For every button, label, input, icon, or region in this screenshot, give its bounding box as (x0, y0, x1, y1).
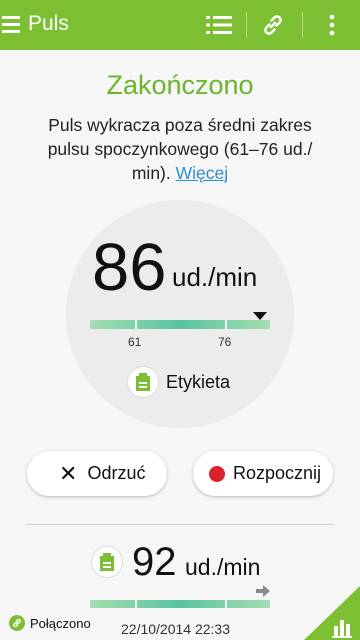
link-icon (13, 618, 21, 628)
discard-button-label: Odrzuć (87, 463, 146, 483)
range-tick (225, 600, 227, 608)
list-icon (206, 16, 232, 34)
tag-button[interactable] (127, 366, 159, 398)
heart-rate-unit: ud./min (172, 262, 258, 292)
app-bar: Puls (0, 0, 360, 50)
status-description: Puls wykracza poza średni zakres pulsu s… (30, 113, 330, 185)
more-options-button[interactable] (312, 0, 352, 50)
close-icon: ✕ (59, 460, 78, 486)
connected-icon (9, 615, 25, 631)
section-divider (26, 524, 334, 525)
current-value-marker (253, 312, 267, 320)
previous-heart-rate-value: 92 (132, 540, 177, 584)
more-link[interactable]: Więcej (176, 163, 229, 183)
range-tick (135, 600, 137, 608)
range-tick (225, 320, 227, 329)
list-button[interactable] (196, 0, 242, 50)
chart-button[interactable] (304, 586, 360, 640)
status-title: Zakończono (106, 70, 254, 100)
menu-icon[interactable] (2, 16, 20, 33)
record-icon (209, 465, 225, 482)
previous-heart-rate-unit: ud./min (185, 554, 261, 580)
range-tick (135, 320, 137, 329)
previous-range-bar (90, 600, 270, 608)
heart-rate-value: 86 (92, 230, 167, 305)
link-icon (264, 15, 282, 35)
range-low-label: 61 (128, 335, 142, 349)
appbar-separator (246, 12, 247, 38)
connection-status: Połączono (30, 616, 91, 631)
measurement-timestamp: 22/10/2014 22:33 (121, 621, 230, 637)
appbar-separator (302, 12, 303, 38)
tag-label[interactable]: Etykieta (166, 372, 230, 393)
more-vert-icon (329, 14, 335, 36)
previous-tag-button[interactable] (91, 546, 123, 578)
heart-rate-range-bar (90, 320, 270, 329)
start-button[interactable]: Rozpocznij (193, 451, 333, 496)
link-button[interactable] (250, 0, 296, 50)
tag-icon (136, 373, 150, 391)
app-title: Puls (28, 12, 69, 35)
arrow-right-icon (256, 585, 270, 597)
range-high-label: 76 (218, 335, 232, 349)
tag-icon (100, 553, 114, 571)
discard-button[interactable]: ✕ Odrzuć (27, 451, 167, 496)
start-button-label: Rozpocznij (233, 463, 322, 483)
